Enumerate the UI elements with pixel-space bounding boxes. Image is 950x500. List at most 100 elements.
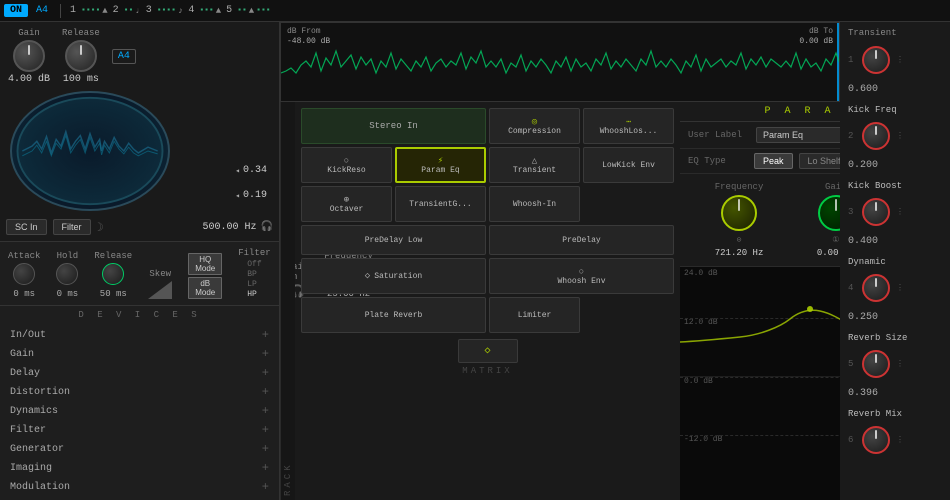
rack-transientg[interactable]: TransientG... bbox=[395, 186, 486, 222]
knob-num-2: 2 bbox=[848, 131, 856, 141]
rack-kickreso[interactable]: ○ KickReso bbox=[301, 147, 392, 183]
marker-lower: ◂ 0.19 bbox=[235, 190, 267, 201]
rack-predelay-low[interactable]: PreDelay Low bbox=[301, 225, 486, 255]
device-modulation-label: Modulation bbox=[10, 482, 70, 493]
rack-param-eq[interactable]: ⚡ Param Eq bbox=[395, 147, 486, 183]
transientg-label: TransientG... bbox=[409, 200, 471, 209]
matrix-text: MATRIX bbox=[462, 366, 512, 376]
kick-freq-value: 0.200 bbox=[848, 160, 942, 171]
rack-plate-reverb[interactable]: Plate Reverb bbox=[301, 297, 486, 333]
skew-control[interactable] bbox=[148, 281, 172, 299]
eq-graph: 24.0 dB 12.0 dB 0.0 dB -12.0 dB bbox=[680, 267, 840, 500]
dynamics-plus-icon[interactable]: + bbox=[262, 404, 269, 418]
filter-lp[interactable]: LP bbox=[245, 280, 263, 289]
rack-saturation[interactable]: ◇ Saturation bbox=[301, 258, 486, 294]
device-in-out[interactable]: In/Out + bbox=[6, 326, 273, 344]
kick-boost-knob[interactable] bbox=[862, 198, 890, 226]
filter-plus-icon[interactable]: + bbox=[262, 423, 269, 437]
matrix-label: MATRIX bbox=[299, 365, 676, 377]
top-bar: ON A4 1 ▪▪▪▪ ▲ 2 ▪▪ ♩ 3 ▪▪▪▪ ♪ 4 ▪▪▪ ▲ 5… bbox=[0, 0, 950, 22]
device-filter[interactable]: Filter + bbox=[6, 421, 273, 439]
filter-hp[interactable]: HP bbox=[245, 290, 263, 299]
rack-container: RACK Stereo In ◎ Compression ⋯ W bbox=[280, 102, 680, 500]
device-imaging-label: Imaging bbox=[10, 463, 52, 474]
device-gain-label: Gain bbox=[10, 349, 34, 360]
device-modulation[interactable]: Modulation + bbox=[6, 478, 273, 496]
left-panel: Gain 4.00 dB Release 100 ms A4 bbox=[0, 22, 280, 500]
rack-limiter[interactable]: Limiter bbox=[489, 297, 580, 333]
device-imaging[interactable]: Imaging + bbox=[6, 459, 273, 477]
knob-dots-6: ⋮ bbox=[896, 435, 904, 445]
sc-in-button[interactable]: SC In bbox=[6, 219, 47, 235]
eq-freq-label: Frequency bbox=[715, 182, 764, 192]
modulation-plus-icon[interactable]: + bbox=[262, 480, 269, 494]
in-out-plus-icon[interactable]: + bbox=[262, 328, 269, 342]
dynamic-knob[interactable] bbox=[862, 274, 890, 302]
a4-badge[interactable]: A4 bbox=[112, 49, 136, 64]
hold-knob[interactable] bbox=[56, 263, 78, 285]
lo-shelf-button[interactable]: Lo Shelf bbox=[799, 153, 840, 169]
knob-dots-4: ⋮ bbox=[896, 283, 904, 293]
user-label-input[interactable] bbox=[756, 127, 840, 143]
a4-label: A4 bbox=[36, 5, 48, 16]
delay-plus-icon[interactable]: + bbox=[262, 366, 269, 380]
dots-3: ▪▪▪▪ bbox=[157, 6, 176, 15]
gain-knob[interactable] bbox=[13, 40, 45, 72]
release-knob[interactable] bbox=[102, 263, 124, 285]
mode-buttons: HQ Mode dB Mode bbox=[188, 253, 222, 299]
device-dynamics[interactable]: Dynamics + bbox=[6, 402, 273, 420]
rack-predelay[interactable]: PreDelay bbox=[489, 225, 674, 255]
rack-whooshlos[interactable]: ⋯ WhooshLos... bbox=[583, 108, 674, 144]
marker-upper-value: 0.34 bbox=[243, 165, 267, 176]
hold-value: 0 ms bbox=[57, 289, 79, 299]
release-knob[interactable] bbox=[65, 40, 97, 72]
rack-octaver[interactable]: ⊕ Octaver bbox=[301, 186, 392, 222]
rack-bottom-module[interactable]: ◇ bbox=[458, 339, 518, 363]
rack-lowkick[interactable]: LowKick Env bbox=[583, 147, 674, 183]
transient-knob[interactable] bbox=[862, 46, 890, 74]
reverb-mix-knob[interactable] bbox=[862, 426, 890, 454]
bottom-module-icon: ◇ bbox=[484, 345, 490, 357]
device-gain[interactable]: Gain + bbox=[6, 345, 273, 363]
rack-compression[interactable]: ◎ Compression bbox=[489, 108, 580, 144]
kick-freq-knob[interactable] bbox=[862, 122, 890, 150]
rack-whooshin[interactable]: Whoosh-In bbox=[489, 186, 580, 222]
filter-button[interactable]: Filter bbox=[53, 219, 91, 235]
gain-knob-group: Gain 4.00 dB bbox=[8, 28, 50, 85]
eq-freq-knob[interactable] bbox=[721, 195, 757, 231]
gain-plus-icon[interactable]: + bbox=[262, 347, 269, 361]
distortion-plus-icon[interactable]: + bbox=[262, 385, 269, 399]
device-delay[interactable]: Delay + bbox=[6, 364, 273, 382]
rack-whoosh-env[interactable]: ○ Whoosh Env bbox=[489, 258, 674, 294]
filter-off[interactable]: Off bbox=[245, 260, 263, 269]
bar-number-2: 2 bbox=[113, 5, 119, 16]
user-label-label: User Label bbox=[688, 130, 748, 140]
eq-gain-knob[interactable] bbox=[818, 195, 840, 231]
icon-5: ▲ bbox=[249, 6, 254, 16]
hold-label: Hold bbox=[57, 251, 79, 261]
hq-mode-button[interactable]: HQ Mode bbox=[188, 253, 222, 275]
reverb-size-knob[interactable] bbox=[862, 350, 890, 378]
eq-gain-label: Gain bbox=[825, 182, 840, 192]
rack-transient[interactable]: △ Transient bbox=[489, 147, 580, 183]
freq-display: 500.00 Hz 🎧 bbox=[203, 221, 273, 233]
rack-stereo-in[interactable]: Stereo In bbox=[301, 108, 486, 144]
device-distortion[interactable]: Distortion + bbox=[6, 383, 273, 401]
imaging-plus-icon[interactable]: + bbox=[262, 461, 269, 475]
marker-upper: ◂ 0.34 bbox=[235, 165, 267, 176]
peak-button[interactable]: Peak bbox=[754, 153, 793, 169]
hold-col: Hold 0 ms bbox=[56, 251, 78, 299]
db-mode-button[interactable]: dB Mode bbox=[188, 277, 222, 299]
on-button[interactable]: ON bbox=[4, 4, 28, 17]
divider bbox=[60, 4, 61, 18]
release-knob-group: Release 100 ms bbox=[62, 28, 100, 85]
rack-side-label: RACK bbox=[280, 102, 295, 500]
device-generator[interactable]: Generator + bbox=[6, 440, 273, 458]
skew-label: Skew bbox=[149, 269, 171, 279]
generator-plus-icon[interactable]: + bbox=[262, 442, 269, 456]
icon-4: ▲ bbox=[216, 6, 221, 16]
filter-bp[interactable]: BP bbox=[245, 270, 263, 279]
attack-knob[interactable] bbox=[13, 263, 35, 285]
waveform-area: dB From dB To -48.00 dB 0.00 dB bbox=[280, 22, 840, 102]
compression-label: Compression bbox=[508, 127, 561, 136]
